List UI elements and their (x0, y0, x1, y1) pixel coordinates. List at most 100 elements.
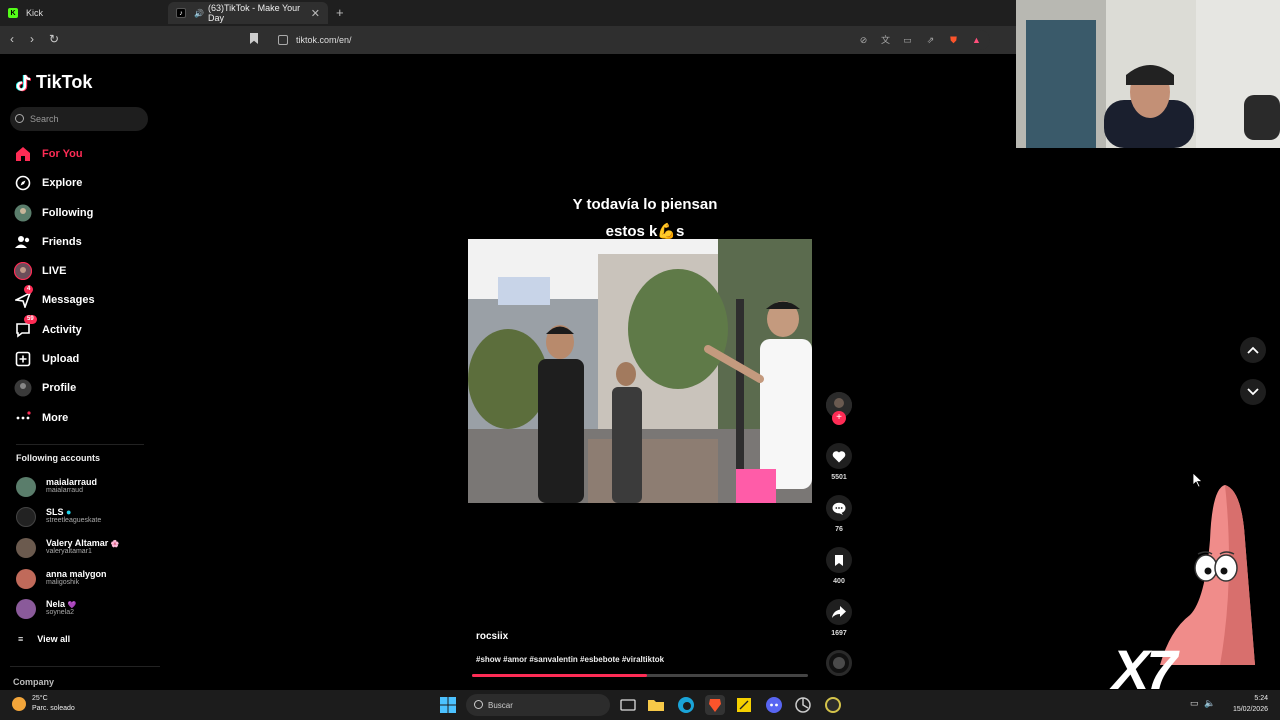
profile-icon (14, 379, 32, 397)
windows-start-icon[interactable] (438, 695, 458, 715)
account-handle: maialarraud (46, 487, 83, 494)
nav-for-you[interactable]: For You (14, 142, 144, 166)
activity-badge: 59 (24, 315, 37, 324)
back-icon[interactable]: ‹ (10, 32, 14, 46)
url-text: tiktok.com/en/ (296, 35, 352, 45)
picture-in-picture-icon[interactable]: ▭ (902, 35, 913, 45)
weather-sun-icon (12, 697, 26, 711)
previous-video-button[interactable] (1240, 337, 1266, 363)
share-button[interactable]: 1697 (826, 599, 852, 637)
share-icon[interactable]: ⇗ (925, 35, 936, 45)
search-icon (474, 700, 483, 709)
search-input[interactable]: Search (10, 107, 148, 131)
avatar (16, 507, 36, 527)
file-explorer-icon[interactable] (646, 695, 666, 715)
nav-following[interactable]: Following (14, 201, 144, 225)
music-disc-button[interactable] (826, 650, 852, 676)
following-account[interactable]: maialarraud maialarraud (16, 475, 146, 499)
following-account[interactable]: Nela 💜 soynela2 (16, 597, 146, 621)
view-all-button[interactable]: ≡ View all (18, 634, 70, 644)
save-count: 400 (833, 578, 845, 585)
media-off-icon[interactable]: ⊘ (858, 35, 869, 45)
comment-count: 76 (835, 526, 843, 533)
reload-icon[interactable]: ↻ (49, 32, 59, 46)
video-hashtags[interactable]: #show #amor #sanvalentin #esbebote #vira… (476, 655, 664, 664)
messages-badge: 4 (24, 285, 34, 294)
webcam-image (1016, 0, 1280, 148)
avatar (16, 538, 36, 558)
tiktok-logo-icon (16, 74, 32, 91)
tiktok-logo[interactable]: TikTok (16, 72, 92, 93)
nav-upload[interactable]: Upload (14, 347, 144, 371)
account-handle: soynela2 (46, 609, 75, 616)
creator-avatar-button[interactable]: + (826, 392, 852, 425)
app-icon[interactable] (823, 695, 843, 715)
nav-profile[interactable]: Profile (14, 376, 144, 400)
brave-shields-icon[interactable]: ⛊ (948, 35, 959, 45)
company-link[interactable]: Company (13, 677, 54, 687)
brave-rewards-icon[interactable]: ▲ (971, 35, 982, 45)
video-progress-bar[interactable] (472, 674, 808, 677)
task-view-icon[interactable] (618, 695, 638, 715)
like-button[interactable]: 5501 (826, 443, 852, 481)
audio-playing-icon[interactable]: 🔊 (194, 9, 204, 18)
comment-button[interactable]: 76 (826, 495, 852, 533)
nav-live[interactable]: LIVE (14, 259, 144, 283)
app-icon[interactable] (793, 695, 813, 715)
account-handle: streetleagueskate (46, 517, 102, 524)
forward-icon[interactable]: › (30, 32, 34, 46)
translate-icon[interactable]: 文 (880, 35, 891, 45)
tab-title: (63)TikTok - Make Your Day (207, 3, 301, 23)
following-account[interactable]: SLS ● streetleagueskate (16, 505, 146, 529)
following-account[interactable]: anna malygon maligoshik (16, 567, 146, 591)
nav-friends[interactable]: Friends (14, 230, 144, 254)
nav-label: More (42, 412, 69, 424)
taskbar-search-input[interactable]: Buscar (466, 694, 610, 716)
chevron-down-icon (1247, 388, 1259, 396)
tab-kick[interactable]: K Kick (0, 2, 166, 24)
view-all-label: View all (37, 634, 71, 644)
bookmark-icon[interactable] (250, 33, 258, 44)
edge-icon[interactable] (676, 695, 696, 715)
logo-text: TikTok (36, 72, 93, 92)
search-icon (15, 114, 24, 123)
account-name: Nela 💜 (46, 599, 77, 609)
network-icon[interactable]: ▭ (1190, 698, 1199, 709)
nav-activity[interactable]: 59 Activity (14, 315, 144, 342)
following-account[interactable]: Valery Altamar 🌸 valeryaltamar1 (16, 536, 146, 560)
browser-tab-bar: K Kick ♪ 🔊 (63)TikTok - Make Your Day ✕ … (0, 0, 1016, 26)
video-author[interactable]: rocsiix (476, 631, 508, 642)
nav-more[interactable]: More (14, 406, 144, 430)
discord-icon[interactable] (764, 695, 784, 715)
nav-explore[interactable]: Explore (14, 171, 144, 195)
sticky-notes-icon[interactable] (734, 695, 754, 715)
search-placeholder: Search (30, 114, 59, 124)
tiktok-favicon-icon: ♪ (176, 8, 186, 18)
account-name: Valery Altamar 🌸 (46, 538, 120, 548)
new-tab-icon[interactable]: + (336, 5, 344, 20)
save-button[interactable]: 400 (826, 547, 852, 585)
brave-icon[interactable] (705, 695, 725, 715)
emoji-icon: 🌸 (110, 541, 120, 548)
weather-widget[interactable]: 25°C Parc. soleado (12, 694, 75, 714)
more-icon (14, 409, 32, 427)
site-info-icon[interactable] (278, 35, 288, 45)
close-tab-icon[interactable]: ✕ (311, 7, 320, 20)
activity-icon: 59 (14, 315, 37, 339)
account-name: anna malygon (46, 569, 107, 579)
weather-temp: 25°C (32, 695, 48, 702)
system-clock[interactable]: 5:24 15/02/2026 (1224, 693, 1268, 715)
compass-icon (14, 174, 32, 192)
nav-messages[interactable]: 4 Messages (14, 285, 144, 312)
tab-title: Kick (26, 8, 44, 18)
share-arrow-icon (826, 599, 852, 625)
verified-icon: ● (66, 507, 72, 517)
follow-plus-icon[interactable]: + (832, 411, 846, 425)
account-handle: valeryaltamar1 (46, 548, 92, 555)
following-avatar-icon (14, 204, 32, 222)
account-handle: maligoshik (46, 579, 80, 586)
next-video-button[interactable] (1240, 379, 1266, 405)
volume-icon[interactable]: 🔈 (1204, 698, 1215, 709)
video-player[interactable] (468, 239, 812, 503)
tab-tiktok[interactable]: ♪ 🔊 (63)TikTok - Make Your Day ✕ (168, 2, 328, 24)
